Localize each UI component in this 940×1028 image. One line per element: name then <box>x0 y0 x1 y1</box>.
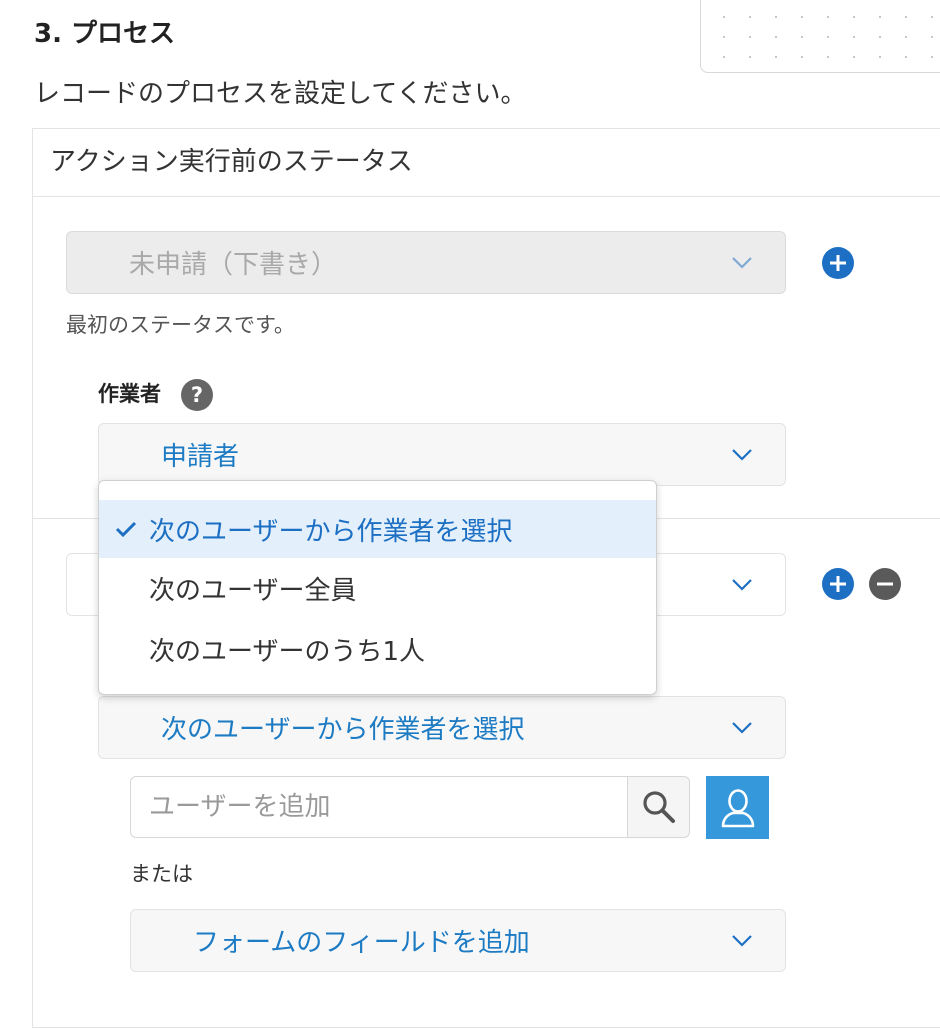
assignee-label: 作業者 <box>98 382 161 406</box>
section-description: レコードのプロセスを設定してください。 <box>34 79 527 109</box>
checkmark-icon <box>115 521 137 538</box>
assignee-select[interactable]: 申請者 <box>98 423 786 486</box>
add-status-button[interactable] <box>822 247 854 279</box>
menu-item-select-from-users[interactable]: 次のユーザーから作業者を選択 <box>99 500 656 558</box>
add-status-button-2[interactable] <box>822 568 854 600</box>
user-search-input[interactable] <box>130 776 627 838</box>
assignee-mode-value: 次のユーザーから作業者を選択 <box>161 715 525 745</box>
first-status-note: 最初のステータスです。 <box>66 313 295 337</box>
question-circle-icon[interactable]: ? <box>181 379 213 411</box>
menu-item-label: 次のユーザーから作業者を選択 <box>149 516 513 547</box>
form-field-select-value: フォームのフィールドを追加 <box>193 928 530 958</box>
menu-item-label: 次のユーザー全員 <box>149 575 357 606</box>
first-status-value: 未申請（下書き） <box>129 250 338 280</box>
remove-status-button[interactable] <box>869 568 901 600</box>
chevron-down-icon <box>732 448 752 461</box>
first-status-select: 未申請（下書き） <box>66 231 786 294</box>
help-glyph: ? <box>190 383 204 407</box>
status-panel-header-label: アクション実行前のステータス <box>50 147 413 177</box>
chevron-down-icon <box>732 721 752 734</box>
menu-item-label: 次のユーザーのうち1人 <box>149 636 426 667</box>
user-picker-button[interactable] <box>706 776 769 839</box>
plus-circle-icon <box>830 255 846 271</box>
chevron-down-icon <box>732 256 752 269</box>
section-title: 3. プロセス <box>34 19 176 49</box>
process-diagram-preview <box>700 0 940 73</box>
or-label: または <box>130 862 193 886</box>
chevron-down-icon <box>732 934 752 947</box>
chevron-down-icon <box>732 578 752 591</box>
search-icon <box>642 791 675 823</box>
menu-item-all-users[interactable]: 次のユーザー全員 <box>99 559 656 617</box>
assignee-select-value: 申請者 <box>161 442 240 472</box>
assignee-mode-select[interactable]: 次のユーザーから作業者を選択 <box>98 696 786 759</box>
user-icon <box>721 788 754 827</box>
plus-circle-icon <box>830 576 846 592</box>
user-search-button[interactable] <box>627 776 690 838</box>
minus-circle-icon <box>877 582 893 586</box>
form-field-select[interactable]: フォームのフィールドを追加 <box>130 909 786 972</box>
assignee-mode-dropdown: 次のユーザーから作業者を選択 次のユーザー全員 次のユーザーのうち1人 <box>98 480 657 695</box>
menu-item-one-of-users[interactable]: 次のユーザーのうち1人 <box>99 620 656 678</box>
